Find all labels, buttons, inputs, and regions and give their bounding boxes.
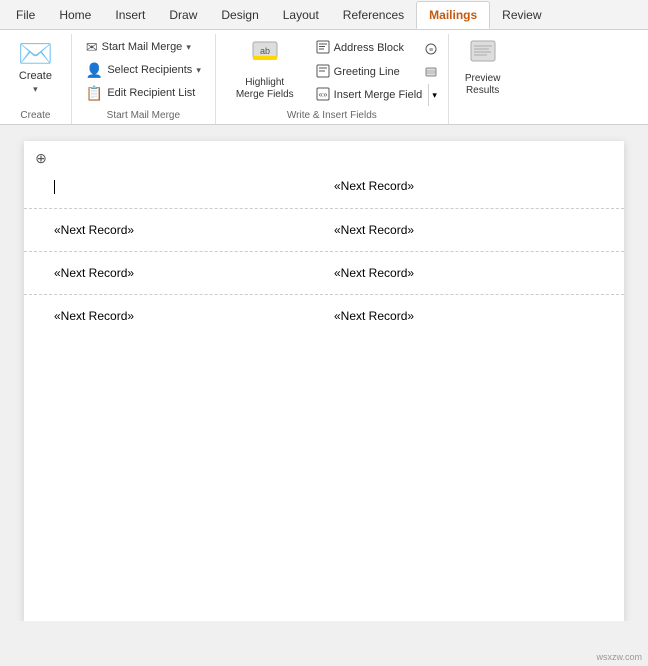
section-3-right: «Next Record» [324,266,594,280]
group-create: ✉️ Create ▾ Create [0,34,72,124]
select-recipients-icon: 👤 [86,62,103,79]
create-label: Create [19,70,52,82]
preview-results-button[interactable]: PreviewResults [457,34,509,100]
start-mail-merge-chevron-icon: ▾ [186,42,191,53]
highlight-icon: ab [249,34,281,73]
tab-bar: File Home Insert Draw Design Layout Refe… [0,0,648,30]
highlight-svg-icon: ab [249,34,281,66]
select-recipients-button[interactable]: 👤 Select Recipients ▾ [80,59,207,81]
merge-field-4-left: «Next Record» [54,308,134,324]
doc-section-2: «Next Record» «Next Record» [24,208,624,251]
merge-field-2-right: «Next Record» [334,222,414,238]
text-cursor [54,180,55,194]
merge-field-4-right: «Next Record» [334,308,414,324]
greeting-line-label: Greeting Line [334,66,400,78]
tab-review[interactable]: Review [490,1,553,29]
start-mail-merge-label: Start Mail Merge [102,41,183,53]
rules-icon: ≡ [425,43,437,55]
create-button[interactable]: ✉️ Create ▾ [8,34,63,100]
insert-merge-field-button[interactable]: «» Insert Merge Field [310,84,429,106]
edit-recipient-list-label: Edit Recipient List [107,87,195,99]
section-4-right: «Next Record» [324,309,594,323]
tab-mailings[interactable]: Mailings [416,1,490,29]
svg-text:≡: ≡ [429,47,433,54]
group-start-mail-merge: ✉ Start Mail Merge ▾ 👤 Select Recipients… [72,34,216,124]
ribbon: File Home Insert Draw Design Layout Refe… [0,0,648,125]
tab-insert[interactable]: Insert [103,1,157,29]
section-3-left: «Next Record» [54,266,324,280]
greeting-line-icon [316,64,330,81]
select-recipients-chevron-icon: ▾ [196,65,201,76]
field-shading-icon [425,66,437,78]
group-start-mail-merge-label: Start Mail Merge [72,110,215,121]
select-recipients-label: Select Recipients [107,64,192,76]
group-write-insert-fields-label: Write & Insert Fields [216,110,448,121]
svg-text:«»: «» [318,90,327,99]
highlight-label: HighlightMerge Fields [236,77,294,101]
document-area: ⊕ «Next Record» «Next Record» «Next Reco… [0,125,648,621]
group-create-label: Create [0,110,71,121]
edit-recipient-list-button[interactable]: 📋 Edit Recipient List [80,82,207,104]
watermark: wsxzw.com [596,652,642,662]
extra-icon-2-button[interactable] [422,61,440,83]
page-content: «Next Record» «Next Record» «Next Record… [24,141,624,621]
document-page: ⊕ «Next Record» «Next Record» «Next Reco… [24,141,624,621]
tab-file[interactable]: File [4,1,47,29]
tab-layout[interactable]: Layout [271,1,331,29]
merge-field-1: «Next Record» [334,178,414,194]
doc-section-1: «Next Record» [24,161,624,208]
insert-merge-field-wrapper: «» Insert Merge Field ▾ [310,84,440,106]
merge-field-3-right: «Next Record» [334,265,414,281]
write-insert-fields-column: Address Block ≡ [310,34,440,106]
doc-section-4: «Next Record» «Next Record» [24,294,624,337]
group-preview-results: PreviewResults [449,34,517,124]
create-chevron-icon: ▾ [33,84,38,95]
address-block-button[interactable]: Address Block [310,37,420,59]
merge-field-3-left: «Next Record» [54,265,134,281]
move-handle[interactable]: ⊕ [32,149,50,167]
start-mail-merge-button[interactable]: ✉ Start Mail Merge ▾ [80,36,207,58]
section-1-right: «Next Record» [324,179,594,194]
tab-home[interactable]: Home [47,1,103,29]
group-write-insert-fields: ab HighlightMerge Fields [216,34,449,124]
extra-icon-1-button[interactable]: ≡ [422,38,440,60]
insert-merge-field-icon: «» [316,87,330,104]
section-4-left: «Next Record» [54,309,324,323]
edit-recipient-list-icon: 📋 [86,85,103,102]
insert-merge-field-dropdown[interactable]: ▾ [428,84,440,106]
tab-draw[interactable]: Draw [157,1,209,29]
address-block-icon [316,40,330,57]
preview-results-icon [469,37,497,71]
start-mail-merge-column: ✉ Start Mail Merge ▾ 👤 Select Recipients… [80,34,207,104]
svg-text:ab: ab [260,46,270,56]
section-2-right: «Next Record» [324,223,594,237]
preview-results-label: PreviewResults [465,73,501,97]
section-1-left [54,179,324,194]
address-block-label: Address Block [334,42,404,54]
insert-merge-field-label: Insert Merge Field [334,89,423,101]
doc-section-3: «Next Record» «Next Record» [24,251,624,294]
create-envelope-icon: ✉️ [18,40,53,68]
ribbon-content: ✉️ Create ▾ Create ✉ Start Mail Merge ▾ … [0,30,648,124]
greeting-line-button[interactable]: Greeting Line [310,61,420,83]
section-2-left: «Next Record» [54,223,324,237]
tab-design[interactable]: Design [209,1,270,29]
start-mail-merge-icon: ✉ [86,39,98,56]
merge-field-2-left: «Next Record» [54,222,134,238]
highlight-merge-fields-button[interactable]: ab HighlightMerge Fields [224,34,306,100]
tab-references[interactable]: References [331,1,416,29]
